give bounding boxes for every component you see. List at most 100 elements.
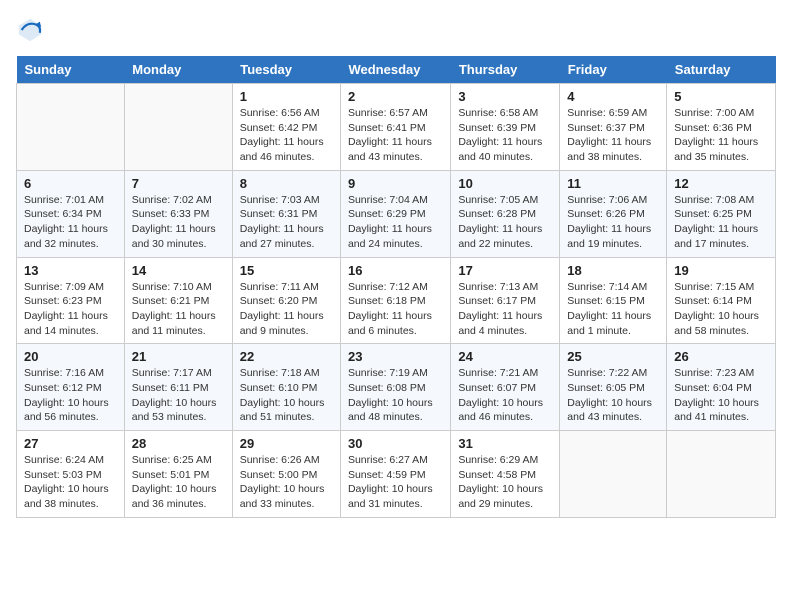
day-number: 5 <box>674 89 768 104</box>
day-info: Sunrise: 7:18 AM Sunset: 6:10 PM Dayligh… <box>240 366 333 425</box>
day-number: 21 <box>132 349 225 364</box>
day-number: 23 <box>348 349 443 364</box>
day-info: Sunrise: 6:59 AM Sunset: 6:37 PM Dayligh… <box>567 106 659 165</box>
weekday-header-saturday: Saturday <box>667 56 776 84</box>
calendar-cell: 15Sunrise: 7:11 AM Sunset: 6:20 PM Dayli… <box>232 257 340 344</box>
calendar-cell: 27Sunrise: 6:24 AM Sunset: 5:03 PM Dayli… <box>17 431 125 518</box>
calendar-cell: 30 Sunrise: 6:27 AM Sunset: 4:59 PM Dayli… <box>340 431 450 518</box>
week-row-4: 27Sunrise: 6:24 AM Sunset: 5:03 PM Dayli… <box>17 431 776 518</box>
calendar-cell: 4 Sunrise: 6:59 AM Sunset: 6:37 PM Daylig… <box>560 84 667 171</box>
day-info: Sunrise: 7:22 AM Sunset: 6:05 PM Dayligh… <box>567 366 659 425</box>
calendar-cell: 5 Sunrise: 7:00 AM Sunset: 6:36 PM Daylig… <box>667 84 776 171</box>
day-info: Sunrise: 7:19 AM Sunset: 6:08 PM Dayligh… <box>348 366 443 425</box>
day-number: 2 <box>348 89 443 104</box>
day-info: Sunrise: 7:02 AM Sunset: 6:33 PM Dayligh… <box>132 193 225 252</box>
week-row-2: 13 Sunrise: 7:09 AM Sunset: 6:23 PM Dayli… <box>17 257 776 344</box>
day-number: 29 <box>240 436 333 451</box>
day-info: Sunrise: 7:16 AM Sunset: 6:12 PM Dayligh… <box>24 366 117 425</box>
calendar-table: SundayMondayTuesdayWednesdayThursdayFrid… <box>16 56 776 518</box>
day-info: Sunrise: 7:03 AM Sunset: 6:31 PM Dayligh… <box>240 193 333 252</box>
day-info: Sunrise: 7:23 AM Sunset: 6:04 PM Dayligh… <box>674 366 768 425</box>
calendar-cell: 3 Sunrise: 6:58 AM Sunset: 6:39 PM Daylig… <box>451 84 560 171</box>
day-number: 3 <box>458 89 552 104</box>
day-info: Sunrise: 7:12 AM Sunset: 6:18 PM Dayligh… <box>348 280 443 339</box>
calendar-cell <box>124 84 232 171</box>
calendar-cell: 28 Sunrise: 6:25 AM Sunset: 5:01 PM Dayli… <box>124 431 232 518</box>
day-number: 10 <box>458 176 552 191</box>
day-info: Sunrise: 7:10 AM Sunset: 6:21 PM Dayligh… <box>132 280 225 339</box>
calendar-cell: 14 Sunrise: 7:10 AM Sunset: 6:21 PM Dayli… <box>124 257 232 344</box>
day-info: Sunrise: 6:56 AM Sunset: 6:42 PM Dayligh… <box>240 106 333 165</box>
logo-icon <box>16 16 44 44</box>
day-info: Sunrise: 6:27 AM Sunset: 4:59 PM Dayligh… <box>348 453 443 512</box>
weekday-header-tuesday: Tuesday <box>232 56 340 84</box>
calendar-cell: 9Sunrise: 7:04 AM Sunset: 6:29 PM Daylig… <box>340 170 450 257</box>
calendar-cell: 17 Sunrise: 7:13 AM Sunset: 6:17 PM Dayli… <box>451 257 560 344</box>
calendar-cell: 13 Sunrise: 7:09 AM Sunset: 6:23 PM Dayli… <box>17 257 125 344</box>
day-number: 22 <box>240 349 333 364</box>
calendar-cell: 26Sunrise: 7:23 AM Sunset: 6:04 PM Dayli… <box>667 344 776 431</box>
calendar-cell <box>667 431 776 518</box>
calendar-cell <box>560 431 667 518</box>
day-info: Sunrise: 7:01 AM Sunset: 6:34 PM Dayligh… <box>24 193 117 252</box>
calendar-cell: 19 Sunrise: 7:15 AM Sunset: 6:14 PM Dayli… <box>667 257 776 344</box>
calendar-cell: 10Sunrise: 7:05 AM Sunset: 6:28 PM Dayli… <box>451 170 560 257</box>
day-info: Sunrise: 7:13 AM Sunset: 6:17 PM Dayligh… <box>458 280 552 339</box>
weekday-header-wednesday: Wednesday <box>340 56 450 84</box>
calendar-cell: 25 Sunrise: 7:22 AM Sunset: 6:05 PM Dayli… <box>560 344 667 431</box>
calendar-cell: 21 Sunrise: 7:17 AM Sunset: 6:11 PM Dayli… <box>124 344 232 431</box>
day-info: Sunrise: 7:17 AM Sunset: 6:11 PM Dayligh… <box>132 366 225 425</box>
day-number: 12 <box>674 176 768 191</box>
day-info: Sunrise: 6:26 AM Sunset: 5:00 PM Dayligh… <box>240 453 333 512</box>
day-info: Sunrise: 6:58 AM Sunset: 6:39 PM Dayligh… <box>458 106 552 165</box>
day-info: Sunrise: 7:09 AM Sunset: 6:23 PM Dayligh… <box>24 280 117 339</box>
day-number: 9 <box>348 176 443 191</box>
calendar-cell: 24Sunrise: 7:21 AM Sunset: 6:07 PM Dayli… <box>451 344 560 431</box>
day-number: 11 <box>567 176 659 191</box>
weekday-header-sunday: Sunday <box>17 56 125 84</box>
day-number: 17 <box>458 263 552 278</box>
calendar-cell: 31 Sunrise: 6:29 AM Sunset: 4:58 PM Dayli… <box>451 431 560 518</box>
day-number: 15 <box>240 263 333 278</box>
day-number: 7 <box>132 176 225 191</box>
calendar-cell: 6 Sunrise: 7:01 AM Sunset: 6:34 PM Daylig… <box>17 170 125 257</box>
weekday-header-friday: Friday <box>560 56 667 84</box>
day-number: 18 <box>567 263 659 278</box>
day-info: Sunrise: 7:00 AM Sunset: 6:36 PM Dayligh… <box>674 106 768 165</box>
calendar-cell: 16Sunrise: 7:12 AM Sunset: 6:18 PM Dayli… <box>340 257 450 344</box>
weekday-header-monday: Monday <box>124 56 232 84</box>
day-number: 25 <box>567 349 659 364</box>
calendar-cell: 1Sunrise: 6:56 AM Sunset: 6:42 PM Daylig… <box>232 84 340 171</box>
calendar-cell: 29 Sunrise: 6:26 AM Sunset: 5:00 PM Dayli… <box>232 431 340 518</box>
logo <box>16 16 48 44</box>
day-info: Sunrise: 7:15 AM Sunset: 6:14 PM Dayligh… <box>674 280 768 339</box>
day-number: 4 <box>567 89 659 104</box>
day-number: 8 <box>240 176 333 191</box>
day-number: 28 <box>132 436 225 451</box>
day-info: Sunrise: 6:57 AM Sunset: 6:41 PM Dayligh… <box>348 106 443 165</box>
week-row-0: 1Sunrise: 6:56 AM Sunset: 6:42 PM Daylig… <box>17 84 776 171</box>
day-info: Sunrise: 7:06 AM Sunset: 6:26 PM Dayligh… <box>567 193 659 252</box>
day-info: Sunrise: 7:08 AM Sunset: 6:25 PM Dayligh… <box>674 193 768 252</box>
day-number: 13 <box>24 263 117 278</box>
calendar-cell: 18 Sunrise: 7:14 AM Sunset: 6:15 PM Dayli… <box>560 257 667 344</box>
calendar-cell: 23 Sunrise: 7:19 AM Sunset: 6:08 PM Dayli… <box>340 344 450 431</box>
page-header <box>16 16 776 44</box>
day-info: Sunrise: 6:29 AM Sunset: 4:58 PM Dayligh… <box>458 453 552 512</box>
day-info: Sunrise: 6:25 AM Sunset: 5:01 PM Dayligh… <box>132 453 225 512</box>
calendar-cell: 12 Sunrise: 7:08 AM Sunset: 6:25 PM Dayli… <box>667 170 776 257</box>
day-number: 19 <box>674 263 768 278</box>
day-number: 14 <box>132 263 225 278</box>
day-number: 20 <box>24 349 117 364</box>
day-number: 31 <box>458 436 552 451</box>
week-row-1: 6 Sunrise: 7:01 AM Sunset: 6:34 PM Daylig… <box>17 170 776 257</box>
week-row-3: 20 Sunrise: 7:16 AM Sunset: 6:12 PM Dayli… <box>17 344 776 431</box>
calendar-cell: 8 Sunrise: 7:03 AM Sunset: 6:31 PM Daylig… <box>232 170 340 257</box>
day-number: 30 <box>348 436 443 451</box>
day-number: 27 <box>24 436 117 451</box>
weekday-header-thursday: Thursday <box>451 56 560 84</box>
day-number: 6 <box>24 176 117 191</box>
weekday-header-row: SundayMondayTuesdayWednesdayThursdayFrid… <box>17 56 776 84</box>
day-info: Sunrise: 7:14 AM Sunset: 6:15 PM Dayligh… <box>567 280 659 339</box>
calendar-cell <box>17 84 125 171</box>
